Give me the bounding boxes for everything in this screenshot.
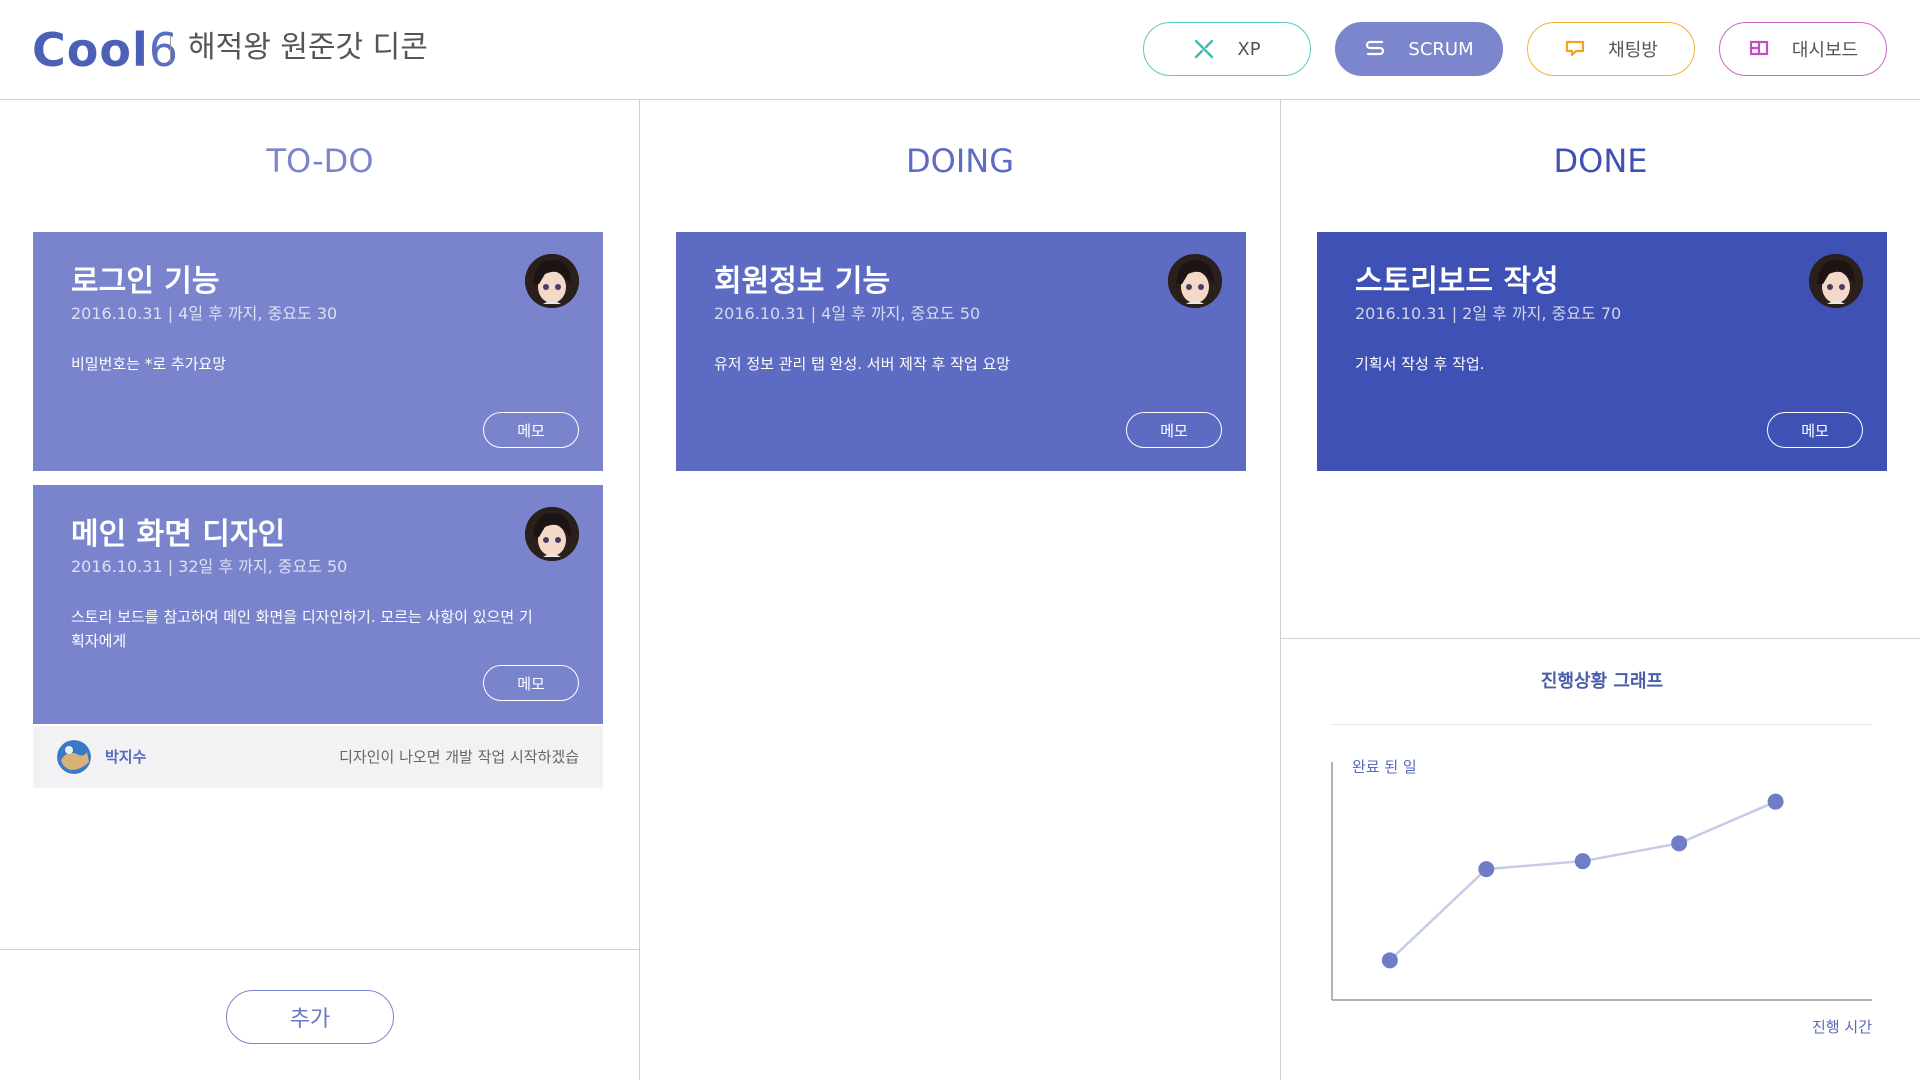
chat-button-label: 채팅방	[1608, 40, 1658, 61]
column-title-doing: DOING	[906, 142, 1014, 180]
scrum-button-label: SCRUM	[1408, 38, 1474, 60]
task-meta: 2016.10.31 | 2일 후 까지, 중요도 70	[1355, 304, 1622, 323]
memo-button[interactable]: 메모	[1126, 412, 1222, 448]
task-title: 회원정보 기능	[714, 264, 891, 299]
task-meta: 2016.10.31 | 32일 후 까지, 중요도 50	[71, 557, 348, 576]
assignee-avatar[interactable]	[1168, 254, 1222, 308]
commenter-avatar[interactable]	[57, 740, 91, 774]
dashboard-button-label: 대시보드	[1791, 40, 1859, 61]
scrum-button[interactable]: SCRUM	[1335, 22, 1503, 76]
memo-button[interactable]: 메모	[1767, 412, 1863, 448]
task-card-login[interactable]: 로그인 기능 2016.10.31 | 4일 후 까지, 중요도 30 비밀번호…	[33, 232, 603, 471]
xp-button[interactable]: XP	[1143, 22, 1311, 76]
comment-text: 디자인이 나오면 개발 작업 시작하겠습	[339, 748, 579, 766]
graph-divider	[1281, 638, 1920, 639]
project-title: 해적왕 원준갓 디콘	[188, 30, 428, 65]
todo-footer-divider	[0, 949, 640, 950]
app-header: Cool6 해적왕 원준갓 디콘 XP SCRUM 채팅방 대시보드	[0, 0, 1920, 100]
task-description: 비밀번호는 *로 추가요망	[71, 355, 227, 373]
chart-data-point[interactable]	[1767, 793, 1784, 810]
chat-button[interactable]: 채팅방	[1527, 22, 1695, 76]
assignee-avatar[interactable]	[525, 507, 579, 561]
add-task-button[interactable]: 추가	[226, 990, 394, 1044]
xp-button-label: XP	[1237, 38, 1261, 60]
graph-title: 진행상황 그래프	[1540, 671, 1664, 692]
column-divider	[639, 100, 640, 1080]
memo-button[interactable]: 메모	[483, 665, 579, 701]
task-card-member-info[interactable]: 회원정보 기능 2016.10.31 | 4일 후 까지, 중요도 50 유저 …	[676, 232, 1246, 471]
dashboard-icon	[1749, 40, 1768, 56]
task-description: 유저 정보 관리 탭 완성. 서버 제작 후 작업 요망	[714, 355, 1011, 373]
commenter-name[interactable]: 박지수	[105, 745, 146, 769]
xp-icon	[1195, 39, 1214, 59]
task-card-main-design[interactable]: 메인 화면 디자인 2016.10.31 | 32일 후 까지, 중요도 50 …	[33, 485, 603, 724]
task-title: 스토리보드 작성	[1355, 264, 1559, 299]
dashboard-button[interactable]: 대시보드	[1719, 22, 1887, 76]
logo-divider	[170, 36, 171, 62]
chart-data-point[interactable]	[1671, 835, 1688, 852]
task-description: 스토리 보드를 참고하여 메인 화면을 디자인하기. 모르는 사항이 있으면 기…	[71, 608, 533, 650]
chart-data-point[interactable]	[1574, 853, 1591, 870]
chart-series-line	[1388, 800, 1777, 962]
column-title-todo: TO-DO	[266, 142, 374, 180]
task-title: 메인 화면 디자인	[71, 517, 286, 552]
app-logo[interactable]: Cool6	[32, 22, 179, 78]
column-divider	[1280, 100, 1281, 1080]
memo-button[interactable]: 메모	[483, 412, 579, 448]
chart-data-point[interactable]	[1381, 952, 1398, 969]
task-comment: 박지수 디자인이 나오면 개발 작업 시작하겠습	[33, 726, 603, 788]
assignee-avatar[interactable]	[525, 254, 579, 308]
assignee-avatar[interactable]	[1809, 254, 1863, 308]
task-description: 기획서 작성 후 작업.	[1355, 355, 1485, 373]
task-meta: 2016.10.31 | 4일 후 까지, 중요도 30	[71, 304, 338, 323]
scrum-icon	[1366, 40, 1385, 56]
chat-icon	[1566, 40, 1585, 57]
progress-line-chart	[1331, 762, 1872, 1001]
task-title: 로그인 기능	[71, 264, 220, 299]
task-meta: 2016.10.31 | 4일 후 까지, 중요도 50	[714, 304, 981, 323]
chart-data-point[interactable]	[1478, 861, 1495, 878]
task-card-storyboard[interactable]: 스토리보드 작성 2016.10.31 | 2일 후 까지, 중요도 70 기획…	[1317, 232, 1887, 471]
column-title-done: DONE	[1553, 142, 1648, 180]
graph-title-divider	[1331, 724, 1871, 725]
